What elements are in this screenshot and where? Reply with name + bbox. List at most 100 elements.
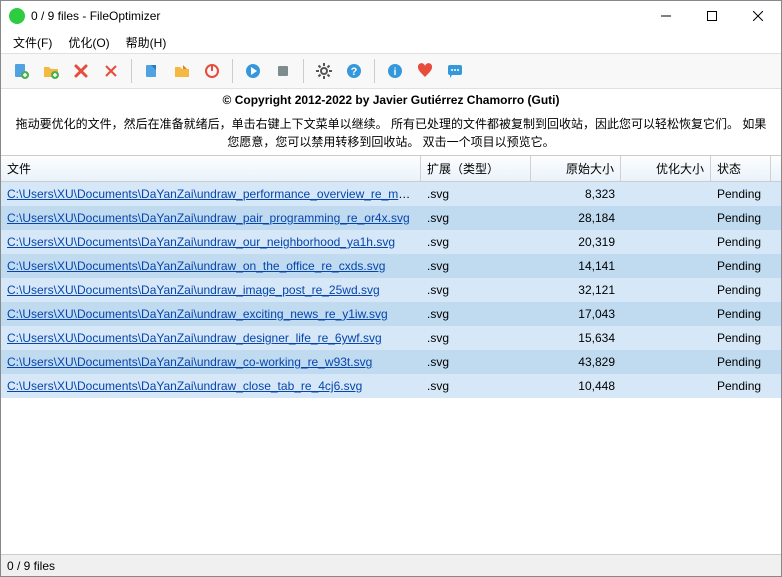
help-button[interactable]: ? <box>340 57 368 85</box>
file-link[interactable]: C:\Users\XU\Documents\DaYanZai\undraw_ex… <box>7 307 388 321</box>
cell-status: Pending <box>711 352 771 372</box>
table-row[interactable]: C:\Users\XU\Documents\DaYanZai\undraw_cl… <box>1 374 781 398</box>
cell-file: C:\Users\XU\Documents\DaYanZai\undraw_im… <box>1 280 421 300</box>
cell-ext: .svg <box>421 208 531 228</box>
cell-orig: 15,634 <box>531 328 621 348</box>
cell-orig: 8,323 <box>531 184 621 204</box>
cell-ext: .svg <box>421 256 531 276</box>
file-link[interactable]: C:\Users\XU\Documents\DaYanZai\undraw_pe… <box>7 187 421 201</box>
cell-status: Pending <box>711 376 771 396</box>
cell-file: C:\Users\XU\Documents\DaYanZai\undraw_ou… <box>1 232 421 252</box>
menubar: 文件(F) 优化(O) 帮助(H) <box>1 31 781 53</box>
svg-text:?: ? <box>351 66 358 78</box>
cell-orig: 14,141 <box>531 256 621 276</box>
donate-button[interactable] <box>411 57 439 85</box>
cell-status: Pending <box>711 304 771 324</box>
cell-file: C:\Users\XU\Documents\DaYanZai\undraw_on… <box>1 256 421 276</box>
clear-button[interactable] <box>97 57 125 85</box>
optimize-button[interactable] <box>239 57 267 85</box>
table-row[interactable]: C:\Users\XU\Documents\DaYanZai\undraw_ou… <box>1 230 781 254</box>
cell-orig: 10,448 <box>531 376 621 396</box>
file-link[interactable]: C:\Users\XU\Documents\DaYanZai\undraw_on… <box>7 259 385 273</box>
cell-ext: .svg <box>421 280 531 300</box>
col-header-file[interactable]: 文件 <box>1 156 421 181</box>
cell-ext: .svg <box>421 328 531 348</box>
toolbar-sep <box>232 59 233 83</box>
col-header-orig[interactable]: 原始大小 <box>531 156 621 181</box>
copy-button[interactable] <box>138 57 166 85</box>
cell-opt <box>621 287 711 293</box>
col-header-status[interactable]: 状态 <box>711 156 771 181</box>
maximize-button[interactable] <box>689 1 735 31</box>
cell-ext: .svg <box>421 184 531 204</box>
info-button[interactable]: i <box>381 57 409 85</box>
table-row[interactable]: C:\Users\XU\Documents\DaYanZai\undraw_ex… <box>1 302 781 326</box>
cell-status: Pending <box>711 256 771 276</box>
menu-optimize[interactable]: 优化(O) <box>60 32 117 53</box>
cell-orig: 32,121 <box>531 280 621 300</box>
file-link[interactable]: C:\Users\XU\Documents\DaYanZai\undraw_ou… <box>7 235 395 249</box>
cell-status: Pending <box>711 208 771 228</box>
minimize-button[interactable] <box>643 1 689 31</box>
cell-opt <box>621 359 711 365</box>
grid-header: 文件 扩展（类型） 原始大小 优化大小 状态 <box>1 156 781 182</box>
cell-file: C:\Users\XU\Documents\DaYanZai\undraw_pa… <box>1 208 421 228</box>
open-folder-button[interactable] <box>168 57 196 85</box>
file-link[interactable]: C:\Users\XU\Documents\DaYanZai\undraw_cl… <box>7 379 362 393</box>
toolbar-sep <box>131 59 132 83</box>
file-grid[interactable]: 文件 扩展（类型） 原始大小 优化大小 状态 C:\Users\XU\Docum… <box>1 155 781 554</box>
table-row[interactable]: C:\Users\XU\Documents\DaYanZai\undraw_pa… <box>1 206 781 230</box>
app-icon <box>9 8 25 24</box>
col-header-opt[interactable]: 优化大小 <box>621 156 711 181</box>
cell-status: Pending <box>711 280 771 300</box>
cell-file: C:\Users\XU\Documents\DaYanZai\undraw_ex… <box>1 304 421 324</box>
file-link[interactable]: C:\Users\XU\Documents\DaYanZai\undraw_de… <box>7 331 382 345</box>
cell-status: Pending <box>711 328 771 348</box>
table-row[interactable]: C:\Users\XU\Documents\DaYanZai\undraw_de… <box>1 326 781 350</box>
cell-opt <box>621 239 711 245</box>
window-controls <box>643 1 781 31</box>
add-folder-button[interactable] <box>37 57 65 85</box>
file-link[interactable]: C:\Users\XU\Documents\DaYanZai\undraw_im… <box>7 283 380 297</box>
menu-file[interactable]: 文件(F) <box>5 32 60 53</box>
cell-status: Pending <box>711 184 771 204</box>
stop-button[interactable] <box>269 57 297 85</box>
toolbar: ? i <box>1 53 781 89</box>
table-row[interactable]: C:\Users\XU\Documents\DaYanZai\undraw_co… <box>1 350 781 374</box>
remove-button[interactable] <box>67 57 95 85</box>
file-link[interactable]: C:\Users\XU\Documents\DaYanZai\undraw_co… <box>7 355 372 369</box>
table-row[interactable]: C:\Users\XU\Documents\DaYanZai\undraw_on… <box>1 254 781 278</box>
close-button[interactable] <box>735 1 781 31</box>
statusbar: 0 / 9 files <box>1 554 781 576</box>
feedback-button[interactable] <box>441 57 469 85</box>
titlebar: 0 / 9 files - FileOptimizer <box>1 1 781 31</box>
add-file-button[interactable] <box>7 57 35 85</box>
cell-orig: 17,043 <box>531 304 621 324</box>
cell-file: C:\Users\XU\Documents\DaYanZai\undraw_co… <box>1 352 421 372</box>
window-title: 0 / 9 files - FileOptimizer <box>31 9 643 23</box>
cell-opt <box>621 311 711 317</box>
toolbar-sep <box>303 59 304 83</box>
cell-orig: 43,829 <box>531 352 621 372</box>
cell-status: Pending <box>711 232 771 252</box>
cell-file: C:\Users\XU\Documents\DaYanZai\undraw_cl… <box>1 376 421 396</box>
file-link[interactable]: C:\Users\XU\Documents\DaYanZai\undraw_pa… <box>7 211 410 225</box>
table-row[interactable]: C:\Users\XU\Documents\DaYanZai\undraw_pe… <box>1 182 781 206</box>
cell-file: C:\Users\XU\Documents\DaYanZai\undraw_pe… <box>1 184 421 204</box>
cell-ext: .svg <box>421 232 531 252</box>
table-row[interactable]: C:\Users\XU\Documents\DaYanZai\undraw_im… <box>1 278 781 302</box>
status-text: 0 / 9 files <box>7 559 55 573</box>
cell-opt <box>621 191 711 197</box>
svg-text:i: i <box>394 67 397 78</box>
copyright-text: © Copyright 2012-2022 by Javier Gutiérre… <box>1 89 781 111</box>
cell-ext: .svg <box>421 376 531 396</box>
grid-body: C:\Users\XU\Documents\DaYanZai\undraw_pe… <box>1 182 781 398</box>
cell-orig: 28,184 <box>531 208 621 228</box>
power-button[interactable] <box>198 57 226 85</box>
cell-orig: 20,319 <box>531 232 621 252</box>
cell-ext: .svg <box>421 304 531 324</box>
col-header-ext[interactable]: 扩展（类型） <box>421 156 531 181</box>
cell-file: C:\Users\XU\Documents\DaYanZai\undraw_de… <box>1 328 421 348</box>
settings-button[interactable] <box>310 57 338 85</box>
menu-help[interactable]: 帮助(H) <box>118 32 175 53</box>
